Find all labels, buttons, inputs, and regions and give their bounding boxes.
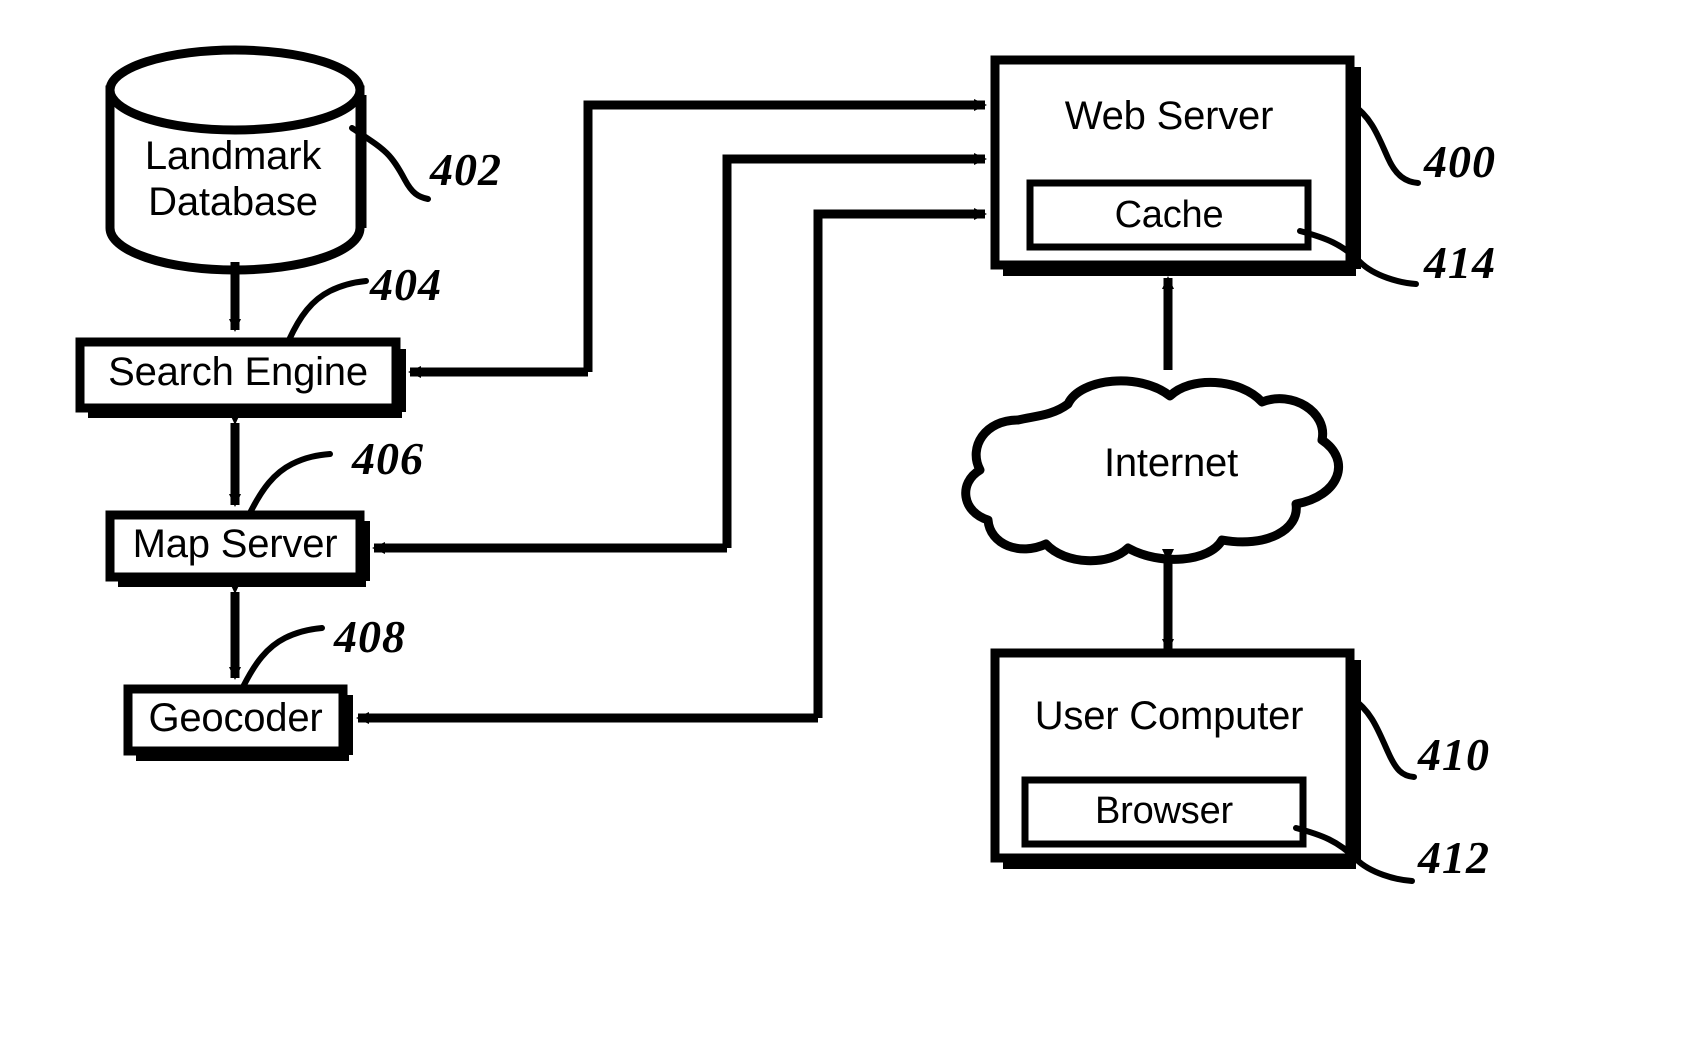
search-engine-box[interactable] — [75, 337, 401, 413]
internet-cloud-shape[interactable] — [961, 376, 1344, 566]
leader-line-406 — [247, 451, 333, 516]
leader-line-410 — [1349, 695, 1417, 780]
reference-numeral-406: 406 — [352, 433, 424, 484]
leader-line-404 — [286, 278, 369, 343]
arrow-search-to-webserver — [583, 99, 987, 372]
reference-numeral-414: 414 — [1424, 237, 1496, 288]
reference-numeral-408: 408 — [334, 611, 406, 662]
browser-box[interactable] — [1021, 776, 1307, 848]
reference-numeral-410: 410 — [1418, 729, 1490, 780]
geocoder-box[interactable] — [123, 684, 348, 756]
cache-box[interactable] — [1026, 179, 1312, 251]
reference-numeral-400: 400 — [1424, 136, 1496, 187]
leader-line-408 — [240, 625, 325, 690]
landmark-database-shape[interactable] — [105, 45, 365, 275]
diagram-canvas: Landmark Database Search Engine Map Serv… — [0, 0, 1682, 1045]
reference-numeral-404: 404 — [370, 259, 442, 310]
arrow-geocoder-to-webserver — [813, 208, 987, 718]
map-server-box[interactable] — [105, 510, 365, 582]
cylinder-top — [105, 45, 365, 135]
reference-numeral-412: 412 — [1418, 832, 1490, 883]
reference-numeral-402: 402 — [430, 144, 502, 195]
leader-line-400 — [1349, 101, 1421, 186]
